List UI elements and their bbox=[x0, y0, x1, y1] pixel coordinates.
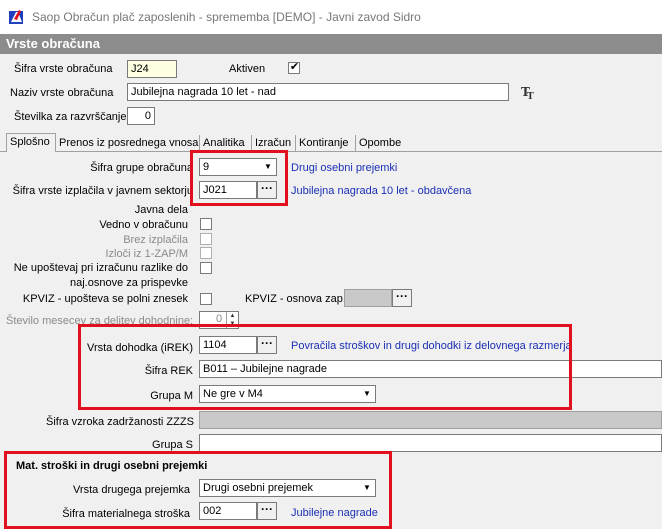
stevilka-input[interactable]: 0 bbox=[127, 107, 155, 125]
mat-strosek-lookup-button[interactable]: ··· bbox=[257, 502, 277, 520]
grupa-m-combo[interactable]: Ne gre v M4 ▼ bbox=[199, 385, 376, 403]
mesecev-value: 0 bbox=[216, 313, 223, 325]
grupa-obracuna-combo[interactable]: 9 ▼ bbox=[199, 158, 277, 176]
sifra-rek-input[interactable]: B011 – Jubilejne nagrade bbox=[199, 360, 662, 378]
mat-strosek-label: Šifra materialnega stroška bbox=[62, 508, 190, 520]
dropdown-arrow-icon[interactable]: ▼ bbox=[261, 160, 275, 174]
grupa-s-input[interactable] bbox=[199, 434, 662, 452]
aktiven-label: Aktiven bbox=[229, 63, 266, 75]
grupa-obracuna-value: 9 bbox=[203, 161, 210, 173]
drugi-prejemek-value: Drugi osebni prejemek bbox=[203, 482, 314, 494]
vrsta-dohodka-label: Vrsta dohodka (iREK) bbox=[87, 342, 193, 354]
text-format-icon[interactable]: T T bbox=[520, 84, 536, 102]
grupa-s-label: Grupa S bbox=[152, 439, 193, 451]
grupa-m-label: Grupa M bbox=[150, 390, 193, 402]
brez-izplacila-label: Brez izplačila bbox=[123, 234, 188, 246]
izloci-label: Izloči iz 1-ZAP/M bbox=[105, 248, 188, 260]
vrsta-dohodka-lookup-button[interactable]: ··· bbox=[257, 336, 277, 354]
stevilka-label: Številka za razvrščanje bbox=[14, 111, 127, 123]
aktiven-checkbox[interactable]: ✔ bbox=[288, 61, 300, 74]
tab-prenos[interactable]: Prenos iz posrednega vnosa bbox=[56, 135, 200, 152]
spinner-arrows-icon[interactable]: ▲ ▼ bbox=[226, 312, 238, 328]
naziv-input[interactable]: Jubilejna nagrada 10 let - nad bbox=[127, 83, 509, 101]
mesecev-spinner[interactable]: 0 ▲ ▼ bbox=[199, 311, 239, 329]
kpviz-osnova-input bbox=[344, 289, 392, 307]
mat-strosek-desc: Jubilejne nagrade bbox=[291, 507, 378, 519]
vrsta-dohodka-desc: Povračila stroškov in drugi dohodki iz d… bbox=[291, 340, 572, 352]
app-icon bbox=[8, 8, 26, 26]
zzzs-label: Šifra vzroka zadržanosti ZZZS bbox=[46, 416, 194, 428]
checkmark-icon: ✔ bbox=[289, 61, 300, 73]
javna-dela-label: Javna dela bbox=[134, 204, 188, 216]
kpviz-label: KPVIZ - upošteva se polni znesek bbox=[22, 293, 188, 305]
mesecev-label: Število mesecev za delitev dohodnine: bbox=[6, 315, 194, 327]
tab-splosno[interactable]: Splošno bbox=[6, 133, 56, 152]
vedno-label: Vedno v obračunu bbox=[99, 219, 188, 231]
grupa-obracuna-desc: Drugi osebni prejemki bbox=[291, 162, 398, 174]
neupostevaj-checkbox[interactable] bbox=[200, 262, 212, 274]
dropdown-arrow-icon[interactable]: ▼ bbox=[360, 387, 374, 401]
sifra-vrste-input[interactable]: J24 bbox=[127, 60, 177, 78]
brez-izplacila-checkbox bbox=[200, 233, 212, 245]
vrsta-izplacila-label: Šifra vrste izplačila v javnem sektorju bbox=[12, 185, 193, 197]
izloci-checkbox bbox=[200, 247, 212, 259]
kpviz-checkbox[interactable] bbox=[200, 293, 212, 305]
vrsta-izplacila-lookup-button[interactable]: ··· bbox=[257, 181, 277, 199]
naziv-label: Naziv vrste obračuna bbox=[10, 87, 114, 99]
dropdown-arrow-icon[interactable]: ▼ bbox=[360, 481, 374, 495]
window-title: Saop Obračun plač zaposlenih - sprememba… bbox=[32, 10, 421, 24]
vrsta-izplacila-desc: Jubilejna nagrada 10 let - obdavčena bbox=[291, 185, 472, 197]
grupa-obracuna-label: Šifra grupe obračuna bbox=[90, 162, 193, 174]
tab-izracun[interactable]: Izračun bbox=[252, 135, 296, 152]
kpviz-osnova-label: KPVIZ - osnova zap. bbox=[245, 293, 346, 305]
vedno-checkbox[interactable] bbox=[200, 218, 212, 230]
section-header: Vrste obračuna bbox=[0, 34, 662, 54]
tab-analitika[interactable]: Analitika bbox=[200, 135, 252, 152]
drugi-prejemek-label: Vrsta drugega prejemka bbox=[73, 484, 190, 496]
tab-kontiranje[interactable]: Kontiranje bbox=[296, 135, 356, 152]
vrsta-izplacila-input[interactable]: J021 bbox=[199, 181, 257, 199]
drugi-prejemek-combo[interactable]: Drugi osebni prejemek ▼ bbox=[199, 479, 376, 497]
svg-text:T: T bbox=[527, 92, 534, 100]
sifra-vrste-label: Šifra vrste obračuna bbox=[14, 63, 113, 75]
tab-opombe[interactable]: Opombe bbox=[356, 135, 404, 152]
title-bar: Saop Obračun plač zaposlenih - sprememba… bbox=[0, 0, 662, 34]
neupostevaj-label-1: Ne upoštevaj pri izračunu razlike do bbox=[13, 262, 188, 274]
neupostevaj-label-2: naj.osnove za prispevke bbox=[69, 277, 188, 289]
kpviz-osnova-lookup-button[interactable]: ··· bbox=[392, 289, 412, 307]
vrsta-dohodka-input[interactable]: 1104 bbox=[199, 336, 257, 354]
mat-stroski-title: Mat. stroški in drugi osebni prejemki bbox=[16, 460, 208, 472]
mat-strosek-input[interactable]: 002 bbox=[199, 502, 257, 520]
grupa-m-value: Ne gre v M4 bbox=[203, 388, 263, 400]
sifra-rek-label: Šifra REK bbox=[144, 365, 193, 377]
zzzs-input bbox=[199, 411, 662, 429]
